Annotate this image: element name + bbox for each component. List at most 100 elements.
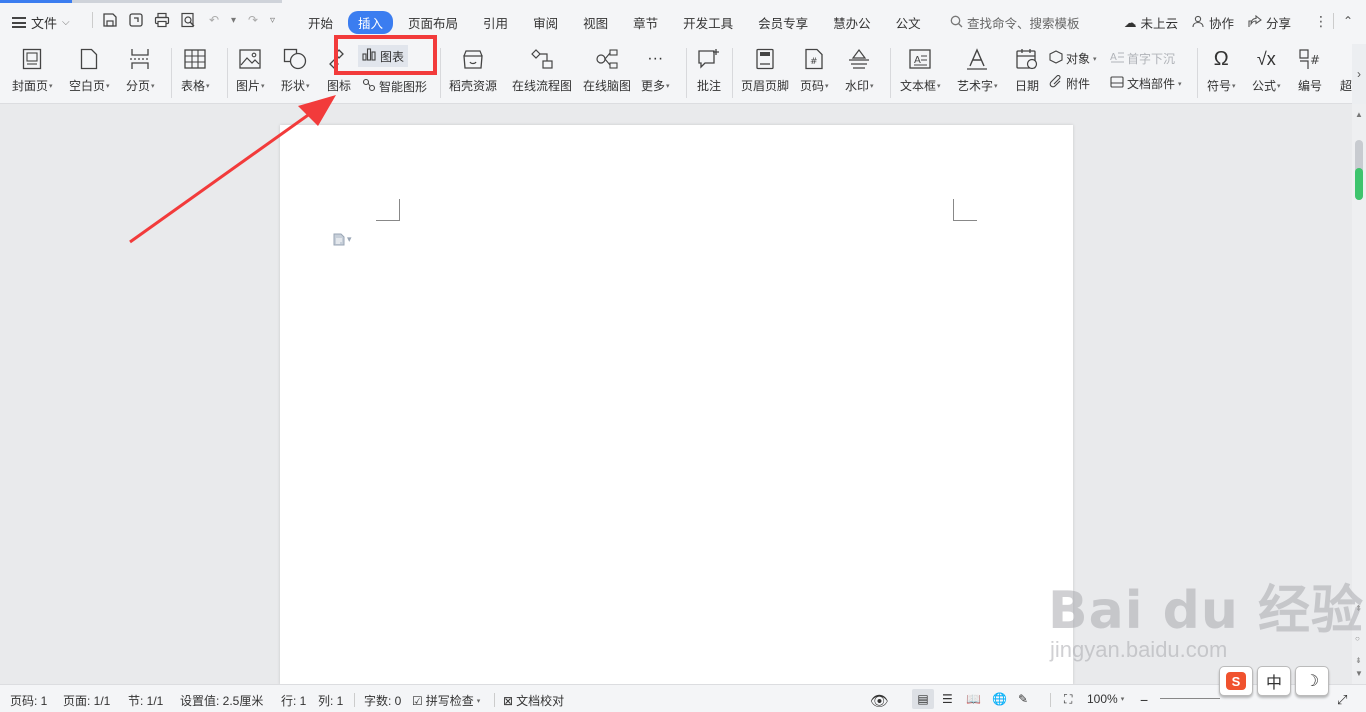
symbol-button[interactable]: Ω 符号 ▾ xyxy=(1207,47,1236,94)
doc-parts-button[interactable]: 文档部件 ▾ xyxy=(1110,75,1182,92)
ribbon-scroll-right-button[interactable]: › xyxy=(1352,44,1366,104)
zoom-level[interactable]: 100% ▾ xyxy=(1087,692,1124,706)
tab-references[interactable]: 引用 xyxy=(473,11,518,34)
caret-down-icon: ▾ xyxy=(825,82,829,90)
page-view-icon[interactable]: ▤ xyxy=(912,689,934,709)
undo-icon[interactable]: ↶ xyxy=(205,11,223,29)
scroll-up-icon[interactable]: ▲ xyxy=(1355,110,1363,119)
zoom-out-icon[interactable]: − xyxy=(1140,692,1148,708)
textbox-button[interactable]: A 文本框 ▾ xyxy=(900,47,941,94)
date-button[interactable]: 日期 xyxy=(1014,47,1040,94)
outline-view-icon[interactable]: ☰ xyxy=(942,692,953,706)
collapse-ribbon-icon[interactable]: ⌃ xyxy=(1343,14,1353,28)
formula-button[interactable]: √x 公式 ▾ xyxy=(1252,47,1281,94)
save-icon[interactable] xyxy=(101,11,119,29)
tab-page-layout[interactable]: 页面布局 xyxy=(398,11,468,34)
sogou-logo-button[interactable]: S xyxy=(1219,666,1253,696)
tab-member[interactable]: 会员专享 xyxy=(748,11,818,34)
more-button[interactable]: ··· 更多 ▾ xyxy=(641,47,670,94)
night-mode-icon[interactable]: ☽ xyxy=(1295,666,1329,696)
watermark-button[interactable]: 水印 ▾ xyxy=(845,47,874,94)
chevron-down-icon[interactable]: ▾ xyxy=(231,15,236,26)
document-page[interactable]: ▾ xyxy=(280,125,1073,685)
status-row[interactable]: 行: 1 xyxy=(281,692,306,709)
divider xyxy=(890,48,891,98)
command-search[interactable]: 查找命令、搜索模板 xyxy=(950,13,1080,32)
divider xyxy=(686,48,687,98)
attachment-button[interactable]: 附件 xyxy=(1049,74,1090,92)
more-options-icon[interactable]: ⋮ xyxy=(1314,13,1328,30)
drop-cap-button[interactable]: A 首字下沉 xyxy=(1110,50,1175,67)
scroll-position-marker xyxy=(1355,168,1363,200)
mindmap-icon xyxy=(594,47,620,71)
picture-button[interactable]: 图片 ▾ xyxy=(236,47,265,94)
page-break-button[interactable]: 分页 ▾ xyxy=(126,47,155,94)
chevron-right-icon: › xyxy=(1357,67,1361,81)
fit-page-icon[interactable]: ⛶ xyxy=(1064,692,1072,707)
pen-icon[interactable]: ✎ xyxy=(1018,692,1028,706)
table-button[interactable]: 表格 ▾ xyxy=(181,47,210,94)
header-footer-icon xyxy=(752,47,778,71)
redo-icon[interactable]: ↷ xyxy=(244,11,262,29)
status-setting[interactable]: 设置值: 2.5厘米 xyxy=(180,692,263,709)
share-button[interactable]: 分享 xyxy=(1248,13,1291,32)
drop-cap-icon: A xyxy=(1110,50,1124,67)
load-progress xyxy=(0,0,72,3)
file-menu[interactable]: 文件 ⌵ xyxy=(12,13,70,32)
smart-art-button[interactable]: 智能图形 xyxy=(362,78,427,95)
share-label: 分享 xyxy=(1266,17,1292,31)
customize-qa-icon[interactable]: ▿ xyxy=(270,15,275,26)
page-number-button[interactable]: # 页码 ▾ xyxy=(800,47,829,94)
cloud-status-button[interactable]: ☁ 未上云 xyxy=(1124,13,1178,32)
divider xyxy=(494,693,495,707)
eye-protection-icon[interactable]: 👁 xyxy=(870,692,889,710)
doc-parts-label: 文档部件 xyxy=(1127,77,1176,91)
overflow-button[interactable]: 超 xyxy=(1340,47,1352,94)
print-preview-icon[interactable] xyxy=(179,11,197,29)
comment-button[interactable]: 批注 xyxy=(696,47,722,94)
caret-down-icon: ▾ xyxy=(151,82,155,90)
reading-view-icon[interactable]: 📖 xyxy=(966,692,981,706)
proofread-button[interactable]: ⊠ 文档校对 xyxy=(503,692,564,709)
object-icon xyxy=(1049,50,1063,67)
shop-icon xyxy=(460,47,486,71)
tab-review[interactable]: 审阅 xyxy=(523,11,568,34)
status-pages[interactable]: 页面: 1/1 xyxy=(63,692,110,709)
daoke-resources-button[interactable]: 稻壳资源 xyxy=(449,47,497,94)
shape-button[interactable]: 形状 ▾ xyxy=(281,47,310,94)
tab-smart-office[interactable]: 慧办公 xyxy=(823,11,881,34)
header-footer-button[interactable]: 页眉页脚 xyxy=(741,47,789,94)
online-mindmap-button[interactable]: 在线脑图 xyxy=(583,47,631,94)
numbering-button[interactable]: # 编号 xyxy=(1297,47,1323,94)
tab-developer[interactable]: 开发工具 xyxy=(673,11,743,34)
status-page[interactable]: 页码: 1 xyxy=(10,692,47,709)
wordart-button[interactable]: 艺术字 ▾ xyxy=(957,47,998,94)
status-word-count[interactable]: 字数: 0 xyxy=(364,692,401,709)
zoom-slider[interactable] xyxy=(1160,698,1220,699)
tab-home[interactable]: 开始 xyxy=(298,11,343,34)
status-section[interactable]: 节: 1/1 xyxy=(128,692,163,709)
tab-view[interactable]: 视图 xyxy=(573,11,618,34)
blank-page-button[interactable]: 空白页 ▾ xyxy=(69,47,110,94)
export-icon[interactable] xyxy=(127,11,145,29)
cover-page-button[interactable]: 封面页 ▾ xyxy=(12,47,53,94)
scroll-down-icon[interactable]: ▼ xyxy=(1355,669,1363,678)
icon-library-label: 图标 xyxy=(326,79,351,93)
ime-language-button[interactable]: 中 xyxy=(1257,666,1291,696)
spell-check-button[interactable]: ☑ 拼写检查 ▾ xyxy=(412,692,480,709)
paragraph-menu[interactable]: ▾ xyxy=(333,233,352,246)
fullscreen-icon[interactable]: ⤢ xyxy=(1337,692,1347,708)
tab-insert[interactable]: 插入 xyxy=(348,11,394,34)
divider xyxy=(732,48,733,98)
tab-section[interactable]: 章节 xyxy=(623,11,668,34)
web-view-icon[interactable]: 🌐 xyxy=(992,692,1007,706)
file-menu-label: 文件 xyxy=(31,16,58,31)
print-icon[interactable] xyxy=(153,11,171,29)
collaborate-button[interactable]: 协作 xyxy=(1192,13,1234,32)
table-label: 表格 xyxy=(181,79,206,93)
status-col[interactable]: 列: 1 xyxy=(318,692,343,709)
online-flowchart-button[interactable]: 在线流程图 xyxy=(512,47,572,94)
tab-official-doc[interactable]: 公文 xyxy=(886,11,931,34)
comment-label: 批注 xyxy=(696,79,721,93)
object-button[interactable]: 对象 ▾ xyxy=(1049,50,1097,67)
